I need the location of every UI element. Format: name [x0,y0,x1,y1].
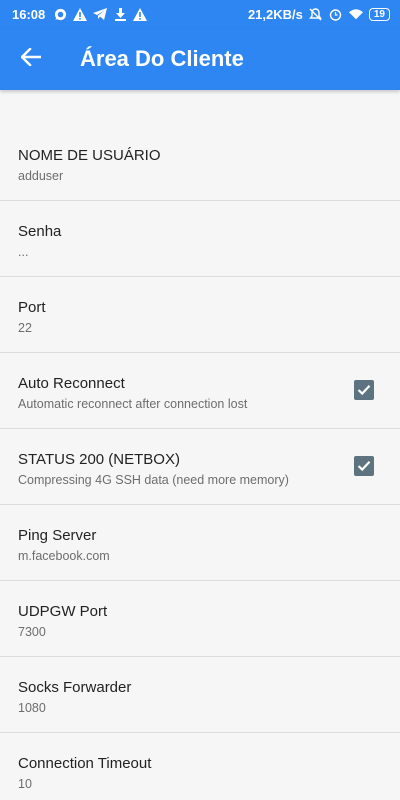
setting-title: Port [18,299,46,316]
settings-list: NOME DE USUÁRIO adduser Senha ... Port 2… [0,90,400,800]
setting-udpgw-port[interactable]: UDPGW Port 7300 [0,581,400,657]
mute-icon [309,7,323,21]
warning-icon [73,7,88,21]
app-bar: Área Do Cliente [0,28,400,90]
setting-description: Automatic reconnect after connection los… [18,397,248,411]
back-arrow-icon [20,46,42,71]
setting-value: ... [18,245,29,259]
back-button[interactable] [0,28,62,90]
setting-ping-server[interactable]: Ping Server m.facebook.com [0,505,400,581]
battery-icon: 19 [368,7,390,21]
setting-value: m.facebook.com [18,549,110,563]
setting-title: Ping Server [18,527,97,544]
warning-icon [133,7,148,21]
whatsapp-icon [53,7,67,21]
status-time: 16:08 [12,6,46,22]
setting-value: 1080 [18,701,46,715]
wifi-icon [348,7,363,21]
download-icon [113,7,127,21]
setting-title: Senha [18,223,62,240]
setting-auto-reconnect[interactable]: Auto Reconnect Automatic reconnect after… [0,353,400,429]
page-title: Área Do Cliente [80,46,244,71]
setting-title: Socks Forwarder [18,679,132,696]
setting-value: adduser [18,169,64,183]
setting-title: STATUS 200 (NETBOX) [18,451,180,468]
setting-status-200[interactable]: STATUS 200 (NETBOX) Compressing 4G SSH d… [0,429,400,505]
setting-value: 22 [18,321,32,335]
status-right: 21,2KB/s 19 [248,7,390,22]
setting-username[interactable]: NOME DE USUÁRIO adduser [0,125,400,201]
setting-connection-timeout[interactable]: Connection Timeout 10 [0,733,400,800]
status-200-checkbox[interactable] [354,456,374,476]
setting-title: Auto Reconnect [18,375,125,392]
checkmark-icon [357,461,371,472]
status-bar: 16:08 21,2KB/s 19 [0,0,400,28]
checkmark-icon [357,385,371,396]
setting-value: 10 [18,777,32,791]
setting-port[interactable]: Port 22 [0,277,400,353]
setting-value: 7300 [18,625,46,639]
network-speed: 21,2KB/s [247,6,303,22]
telegram-icon [93,7,108,21]
setting-title: UDPGW Port [18,603,108,620]
setting-title: NOME DE USUÁRIO [18,147,161,164]
status-left: 16:08 [12,6,148,22]
setting-socks-forwarder[interactable]: Socks Forwarder 1080 [0,657,400,733]
setting-title: Connection Timeout [18,755,152,772]
setting-description: Compressing 4G SSH data (need more memor… [18,473,289,487]
alarm-icon [329,7,343,21]
auto-reconnect-checkbox[interactable] [354,380,374,400]
setting-password[interactable]: Senha ... [0,201,400,277]
